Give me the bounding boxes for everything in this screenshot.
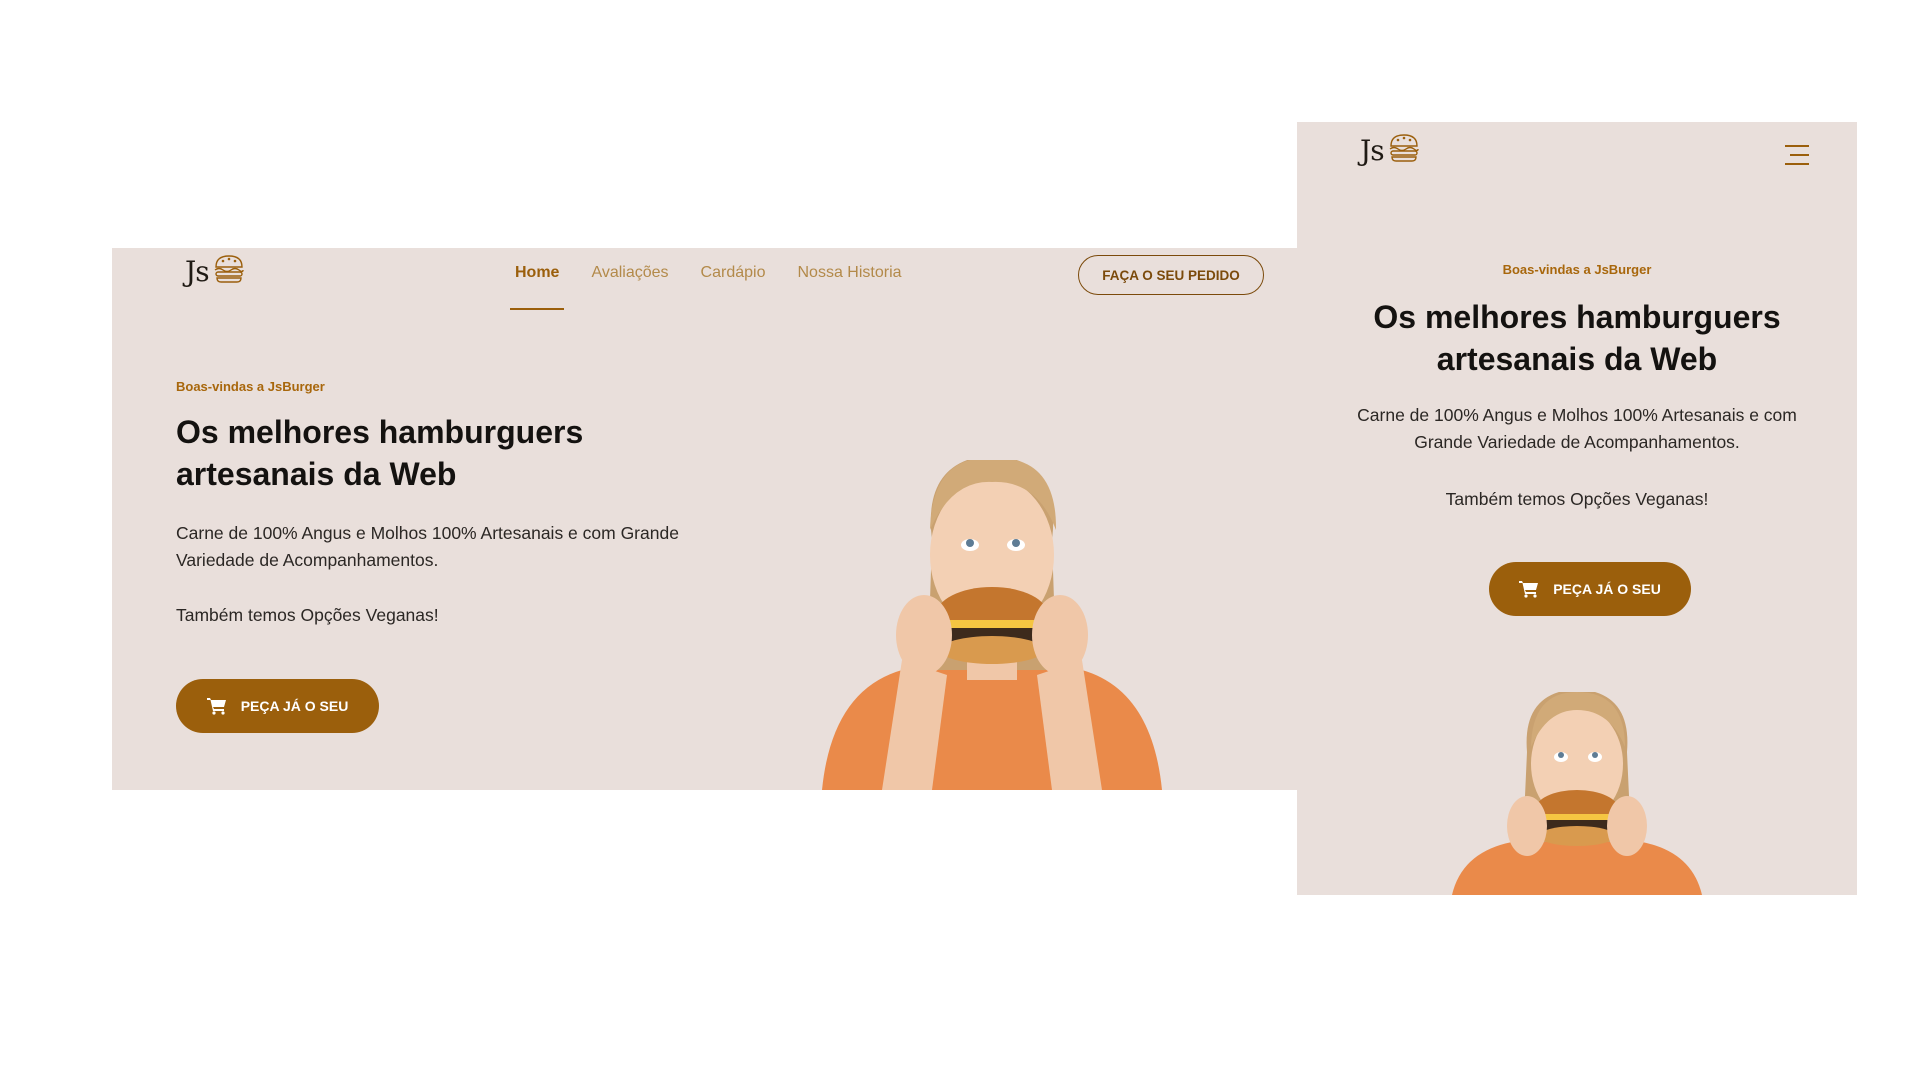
- logo[interactable]: Js: [1360, 133, 1420, 167]
- desktop-preview: Js Home Avaliações Cardápio Nossa Histor…: [112, 248, 1297, 790]
- burger-icon: [213, 254, 245, 288]
- order-now-label: PEÇA JÁ O SEU: [240, 698, 349, 714]
- welcome-label: Boas-vindas a JsBurger: [1502, 262, 1652, 277]
- nav-home[interactable]: Home: [509, 264, 565, 310]
- nav-nossa-historia[interactable]: Nossa Historia: [797, 264, 901, 282]
- cart-icon: [1519, 581, 1539, 598]
- hero-image: [1447, 689, 1707, 895]
- hero-vegan-note: Também temos Opções Veganas!: [1445, 489, 1709, 509]
- hero-image: [812, 455, 1172, 790]
- burger-icon: [1388, 133, 1420, 167]
- hero-headline: Os melhores hamburguers artesanais da We…: [1373, 299, 1781, 377]
- hero-vegan-note: Também temos Opções Veganas!: [176, 605, 439, 625]
- logo-text: Js: [185, 254, 210, 288]
- hero-description: Carne de 100% Angus e Molhos 100% Artesa…: [1357, 405, 1797, 452]
- menu-icon[interactable]: [1785, 145, 1809, 165]
- logo[interactable]: Js: [185, 254, 245, 288]
- welcome-label: Boas-vindas a JsBurger: [176, 379, 325, 394]
- main-nav: Home Avaliações Cardápio Nossa Historia: [509, 264, 902, 310]
- mobile-preview: Js Boas-vindas a JsBurger Os melhores ha…: [1297, 122, 1857, 895]
- nav-cardapio[interactable]: Cardápio: [701, 264, 766, 282]
- logo-text: Js: [1360, 133, 1385, 167]
- order-now-label: PEÇA JÁ O SEU: [1553, 581, 1661, 597]
- order-button[interactable]: FAÇA O SEU PEDIDO: [1078, 255, 1264, 295]
- hero-headline: Os melhores hamburguers artesanais da We…: [176, 414, 584, 492]
- nav-avaliacoes[interactable]: Avaliações: [591, 264, 668, 282]
- order-now-button[interactable]: PEÇA JÁ O SEU: [176, 679, 379, 733]
- hero-description: Carne de 100% Angus e Molhos 100% Artesa…: [176, 523, 679, 570]
- cart-icon: [206, 698, 226, 715]
- order-now-button[interactable]: PEÇA JÁ O SEU: [1489, 562, 1691, 616]
